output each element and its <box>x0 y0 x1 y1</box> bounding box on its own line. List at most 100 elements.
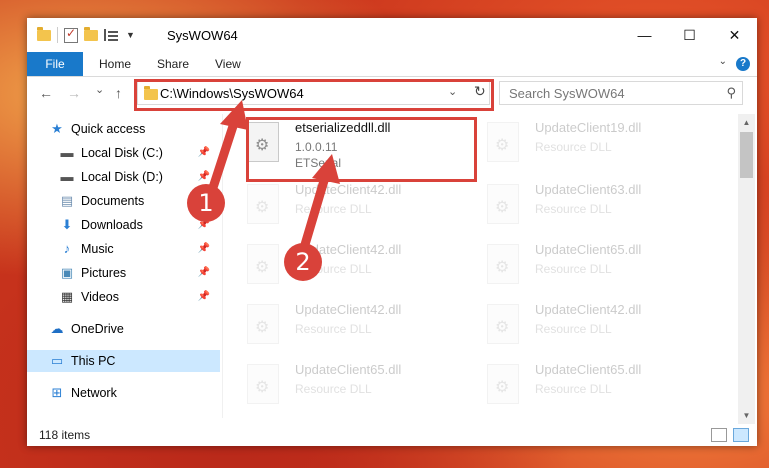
pin-icon[interactable]: 📌 <box>198 291 210 302</box>
file-name: UpdateClient19.dll <box>535 120 642 135</box>
tab-file[interactable]: File <box>27 52 83 76</box>
sidebar-item-this-pc[interactable]: ▭ This PC <box>27 350 220 372</box>
file-item[interactable]: UpdateClient65.dll Resource DLL <box>227 358 457 416</box>
search-input[interactable]: Search SysWOW64 <box>509 86 625 101</box>
pin-icon[interactable]: 📌 <box>198 267 210 278</box>
file-item[interactable]: UpdateClient19.dll Resource DLL <box>467 116 697 174</box>
sidebar-item-videos[interactable]: ▦ Videos 📌 <box>27 286 220 308</box>
customize-toolbar-icon[interactable]: ▼ <box>126 30 135 40</box>
pin-icon[interactable]: 📌 <box>198 147 210 158</box>
file-item[interactable]: UpdateClient42.dll Resource DLL <box>227 298 457 356</box>
file-version: 1.0.0.11 <box>295 140 338 154</box>
videos-icon: ▦ <box>60 289 74 304</box>
up-button[interactable]: ↑ <box>115 85 122 101</box>
file-name: UpdateClient65.dll <box>535 362 642 377</box>
file-item[interactable]: UpdateClient42.dll Resource DLL <box>467 298 697 356</box>
file-item[interactable]: UpdateClient65.dll Resource DLL <box>467 238 697 296</box>
pane-divider[interactable] <box>222 114 223 418</box>
address-dropdown-icon[interactable]: ⌄ <box>448 85 457 98</box>
sidebar-item-music[interactable]: ♪ Music 📌 <box>27 238 220 260</box>
pin-icon[interactable]: 📌 <box>198 171 210 182</box>
dll-file-icon <box>247 122 279 162</box>
dll-file-icon <box>247 184 279 224</box>
item-count: 118 items <box>39 428 91 442</box>
sidebar-item-pictures[interactable]: ▣ Pictures 📌 <box>27 262 220 284</box>
sidebar-item-downloads[interactable]: ⬇ Downloads 📌 <box>27 214 220 236</box>
file-name: UpdateClient65.dll <box>535 242 642 257</box>
scroll-up-button[interactable]: ▲ <box>738 114 755 131</box>
sidebar-item-label: Local Disk (D:) <box>81 170 163 184</box>
music-icon: ♪ <box>63 241 71 256</box>
window-title: SysWOW64 <box>167 28 238 43</box>
file-type: Resource DLL <box>535 322 612 336</box>
scroll-down-button[interactable]: ▼ <box>738 407 755 424</box>
file-item[interactable]: UpdateClient42.dll Resource DLL <box>227 178 457 236</box>
sidebar-item-label: Pictures <box>81 266 127 280</box>
network-icon: ⊞ <box>51 385 63 400</box>
sidebar-item-label: Music <box>81 242 114 256</box>
sidebar-item-label: Videos <box>81 290 119 304</box>
star-icon: ★ <box>51 121 63 136</box>
tab-view[interactable]: View <box>215 52 241 76</box>
file-item[interactable]: UpdateClient63.dll Resource DLL <box>467 178 697 236</box>
window-controls: — ☐ ✕ <box>622 18 757 52</box>
file-type: Resource DLL <box>535 140 612 154</box>
file-name: UpdateClient63.dll <box>535 182 642 197</box>
file-type: Resource DLL <box>535 382 612 396</box>
new-folder-icon[interactable] <box>84 26 98 41</box>
refresh-icon[interactable]: ↻ <box>474 83 486 100</box>
properties-check-icon[interactable] <box>64 26 78 43</box>
view-list-icon[interactable] <box>104 29 120 41</box>
dll-file-icon <box>487 184 519 224</box>
step2-badge: 2 <box>284 243 322 281</box>
minimize-button[interactable]: — <box>622 18 667 52</box>
dll-file-icon <box>487 364 519 404</box>
search-icon[interactable]: ⚲ <box>726 85 736 101</box>
folder-icon <box>37 26 51 41</box>
drive-icon: ▬ <box>60 169 74 184</box>
file-explorer-window: ▼ SysWOW64 — ☐ ✕ File Home Share View ⌄ … <box>27 18 757 446</box>
dll-file-icon <box>487 244 519 284</box>
forward-button[interactable]: → <box>67 85 81 101</box>
file-item[interactable]: UpdateClient65.dll Resource DLL <box>467 358 697 416</box>
file-company: ETSerial <box>295 156 342 170</box>
file-name: UpdateClient42.dll <box>535 302 642 317</box>
sidebar-item-quick-access[interactable]: ★ Quick access <box>27 118 220 140</box>
recent-locations-button[interactable]: ⌄ <box>95 83 104 96</box>
documents-icon: ▤ <box>60 193 74 208</box>
tab-share[interactable]: Share <box>157 52 189 76</box>
toolbar-divider <box>57 27 58 43</box>
sidebar-item-local-disk-c[interactable]: ▬ Local Disk (C:) 📌 <box>27 142 220 164</box>
dll-file-icon <box>487 122 519 162</box>
search-box[interactable]: Search SysWOW64 ⚲ <box>499 81 743 105</box>
sidebar-item-label: Downloads <box>81 218 143 232</box>
maximize-button[interactable]: ☐ <box>667 18 712 52</box>
scroll-thumb[interactable] <box>740 132 753 178</box>
sidebar-item-label: This PC <box>71 354 116 368</box>
file-type: Resource DLL <box>295 382 372 396</box>
dll-file-icon <box>247 364 279 404</box>
vertical-scrollbar[interactable]: ▲ ▼ <box>738 114 755 424</box>
file-item-etserializeddll[interactable]: etserializeddll.dll 1.0.0.11 ETSerial <box>227 116 457 174</box>
sidebar-item-network[interactable]: ⊞ Network <box>27 382 220 404</box>
file-name: etserializeddll.dll <box>295 120 391 135</box>
address-path[interactable]: C:\Windows\SysWOW64 <box>160 86 304 101</box>
ribbon-expand-icon[interactable]: ⌄ <box>719 56 727 67</box>
sidebar-item-onedrive[interactable]: ☁ OneDrive <box>27 318 220 340</box>
address-bar[interactable]: C:\Windows\SysWOW64 ⌄ ↻ <box>137 81 490 105</box>
cloud-icon: ☁ <box>50 321 64 336</box>
pin-icon[interactable]: 📌 <box>198 243 210 254</box>
sidebar-item-label: Documents <box>81 194 145 208</box>
file-name: UpdateClient42.dll <box>295 302 402 317</box>
pictures-icon: ▣ <box>60 265 74 280</box>
details-view-icon[interactable] <box>711 428 727 442</box>
navigation-pane: ★ Quick access ▬ Local Disk (C:) 📌 ▬ Loc… <box>27 114 222 414</box>
close-button[interactable]: ✕ <box>712 18 757 52</box>
tiles-view-icon[interactable] <box>733 428 749 442</box>
help-icon[interactable]: ? <box>736 57 750 71</box>
file-item[interactable]: UpdateClient42.dll Resource DLL <box>227 238 457 296</box>
tab-home[interactable]: Home <box>99 52 131 76</box>
computer-icon: ▭ <box>50 353 64 368</box>
back-button[interactable]: ← <box>39 85 53 101</box>
sidebar-item-local-disk-d[interactable]: ▬ Local Disk (D:) 📌 <box>27 166 220 188</box>
